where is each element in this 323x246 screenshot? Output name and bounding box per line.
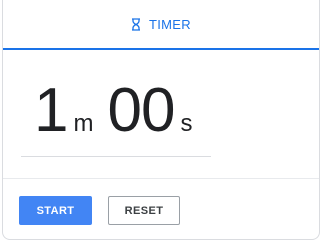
start-button[interactable]: START <box>19 196 92 225</box>
hourglass-icon <box>131 17 141 31</box>
seconds-unit: s <box>180 110 193 137</box>
tab-timer[interactable]: TIMER <box>131 17 191 32</box>
timer-display[interactable]: 1 m 00 s <box>34 80 192 142</box>
footer-divider <box>3 178 319 179</box>
tab-bar: TIMER <box>3 0 319 50</box>
minutes-unit: m <box>73 110 94 137</box>
display-underline <box>21 156 211 157</box>
seconds-value: 00 <box>107 76 175 145</box>
minutes-value: 1 <box>34 76 68 145</box>
tab-label: TIMER <box>149 16 191 32</box>
timer-card: TIMER 1 m 00 s START RESET <box>2 0 320 240</box>
reset-button[interactable]: RESET <box>108 196 180 225</box>
